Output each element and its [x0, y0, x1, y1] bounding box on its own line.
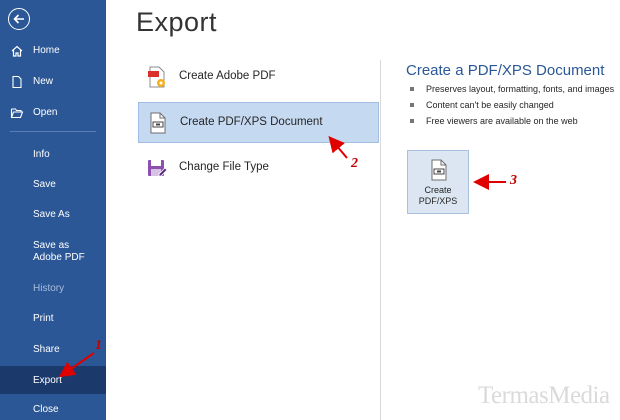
- sidebar-item-info[interactable]: Info: [33, 149, 50, 161]
- sidebar-item-export[interactable]: Export: [0, 366, 106, 394]
- option-label: Create PDF/XPS Document: [180, 116, 323, 128]
- bullet-item: Free viewers are available on the web: [410, 116, 614, 132]
- create-button-label-line1: Create: [424, 185, 452, 195]
- annotation-step-3: 3: [510, 173, 517, 188]
- sidebar-item-label: Open: [33, 107, 58, 118]
- sidebar-item-save-as-adobe-pdf[interactable]: Save as Adobe PDF: [33, 240, 99, 264]
- sidebar-item-label: Export: [33, 375, 62, 386]
- detail-bullet-list: Preserves layout, formatting, fonts, and…: [410, 84, 614, 132]
- pdf-xps-document-icon: [429, 159, 449, 181]
- panel-divider: [380, 60, 381, 420]
- sidebar-item-save-as[interactable]: Save As: [33, 209, 70, 221]
- backstage-sidebar: Home New Open Info Save Save As Save as …: [0, 0, 106, 420]
- create-button-label-line2: PDF/XPS: [418, 196, 458, 206]
- new-document-icon: [10, 75, 24, 89]
- folder-open-icon: [10, 106, 24, 120]
- option-label: Change File Type: [179, 161, 269, 173]
- sidebar-item-label: New: [33, 76, 54, 87]
- sidebar-divider: [10, 131, 96, 132]
- pdf-xps-document-icon: [146, 111, 170, 135]
- page-title: Export: [136, 7, 218, 37]
- bullet-item: Preserves layout, formatting, fonts, and…: [410, 84, 614, 100]
- option-create-pdf-xps-document[interactable]: Create PDF/XPS Document: [138, 102, 379, 143]
- sidebar-item-label: Home: [33, 45, 60, 56]
- detail-title: Create a PDF/XPS Document: [406, 62, 605, 79]
- bullet-item: Content can't be easily changed: [410, 100, 614, 116]
- adobe-pdf-icon: [145, 65, 169, 89]
- option-label: Create Adobe PDF: [179, 70, 276, 82]
- annotation-step-1: 1: [95, 338, 102, 353]
- sidebar-item-history: History: [33, 283, 65, 294]
- sidebar-item-print[interactable]: Print: [33, 313, 54, 325]
- option-change-file-type[interactable]: Change File Type: [138, 148, 379, 189]
- home-icon: [10, 44, 24, 58]
- create-pdf-xps-button[interactable]: Create PDF/XPS: [407, 150, 469, 214]
- sidebar-item-close[interactable]: Close: [33, 404, 59, 416]
- back-arrow-icon[interactable]: [8, 8, 30, 30]
- change-file-type-icon: [145, 156, 169, 180]
- sidebar-item-share[interactable]: Share: [33, 344, 60, 356]
- annotation-step-2: 2: [351, 156, 358, 171]
- option-create-adobe-pdf[interactable]: Create Adobe PDF: [138, 57, 379, 98]
- watermark: TermasMedia: [478, 382, 610, 409]
- create-button-label: Create PDF/XPS: [408, 185, 468, 207]
- sidebar-item-save[interactable]: Save: [33, 179, 56, 191]
